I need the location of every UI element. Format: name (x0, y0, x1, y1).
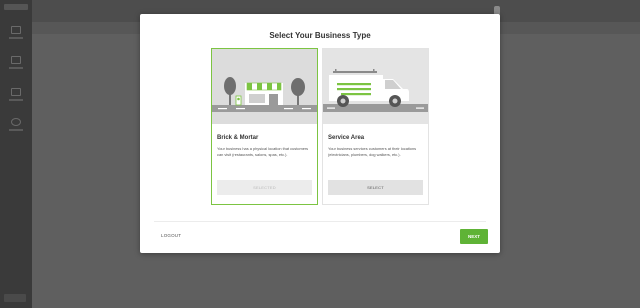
card-description: Your business has a physical location th… (217, 146, 309, 157)
brick-and-mortar-card[interactable]: Brick & Mortar Your business has a physi… (211, 48, 318, 205)
business-type-modal: Select Your Business Type Brick & Mortar… (140, 14, 500, 253)
card-title: Service Area (328, 135, 365, 141)
modal-title: Select Your Business Type (269, 31, 371, 40)
selected-button[interactable]: SELECTED (217, 180, 312, 195)
sidebar-footer (4, 294, 26, 302)
van-illustration (323, 49, 428, 124)
sidebar-icon (11, 26, 21, 34)
sidebar-icon (11, 88, 21, 96)
service-area-card[interactable]: Service Area Your business services cust… (322, 48, 429, 205)
sidebar-icon (11, 56, 21, 64)
sidebar-item-3 (6, 88, 26, 108)
card-description: Your business services customers at thei… (328, 146, 417, 157)
storefront-illustration (212, 49, 317, 124)
logout-link[interactable]: LOGOUT (161, 233, 181, 238)
globe-icon (11, 118, 21, 126)
app-sidebar (0, 0, 32, 308)
card-title: Brick & Mortar (217, 135, 259, 141)
sidebar-item-2 (6, 56, 26, 76)
modal-divider (154, 221, 486, 222)
sidebar-item-4 (6, 118, 26, 138)
sidebar-item-1 (6, 26, 26, 46)
next-button[interactable]: NEXT (460, 229, 488, 244)
select-button[interactable]: SELECT (328, 180, 423, 195)
app-logo (4, 4, 28, 10)
